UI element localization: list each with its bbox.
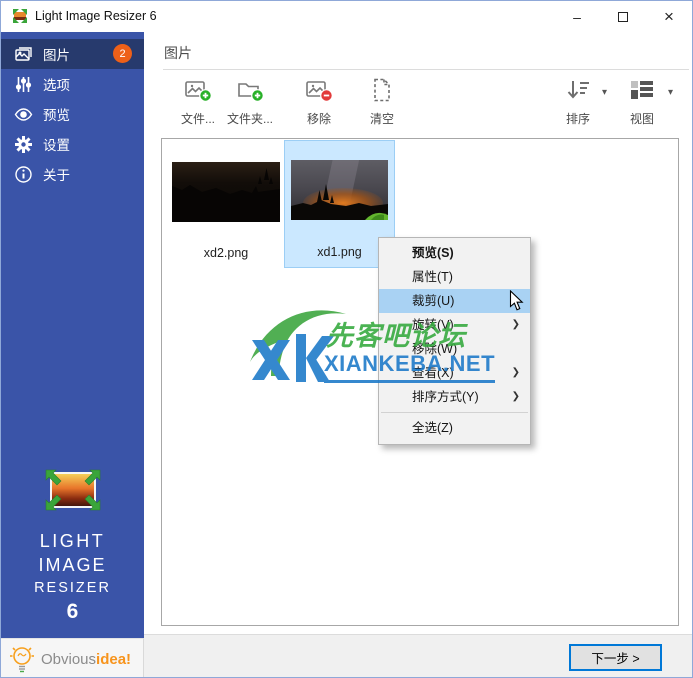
menu-item-label: 查看(X) bbox=[412, 366, 454, 380]
lightbulb-icon bbox=[9, 644, 35, 674]
maximize-button[interactable] bbox=[600, 1, 646, 32]
sort-icon bbox=[564, 76, 592, 104]
view-label: 视图 bbox=[610, 110, 674, 127]
maximize-icon bbox=[618, 12, 628, 22]
logo-text-light: LIGHT bbox=[1, 531, 144, 552]
resizer-logo-icon bbox=[42, 466, 104, 514]
sidebar-item-label: 选项 bbox=[43, 74, 70, 94]
clear-label: 清空 bbox=[350, 110, 414, 127]
menu-item-properties[interactable]: 属性(T) bbox=[379, 265, 530, 289]
mouse-cursor bbox=[509, 290, 525, 312]
submenu-arrow-icon: ❯ bbox=[512, 313, 520, 337]
thumbnail-xd2 bbox=[172, 162, 280, 222]
images-icon bbox=[14, 45, 33, 64]
submenu-arrow-icon: ❯ bbox=[512, 385, 520, 409]
view-dropdown-caret[interactable]: ▾ bbox=[668, 87, 673, 98]
menu-item-remove[interactable]: 移除(W) bbox=[379, 337, 530, 361]
menu-item-preview[interactable]: 预览(S) bbox=[379, 241, 530, 265]
remove-label: 移除 bbox=[287, 110, 351, 127]
minimize-icon: – bbox=[573, 9, 581, 25]
remove-image-icon bbox=[305, 76, 333, 104]
menu-item-sort-by[interactable]: 排序方式(Y) ❯ bbox=[379, 385, 530, 409]
view-button[interactable]: 视图 bbox=[610, 76, 674, 127]
sidebar-item-options[interactable]: 选项 bbox=[1, 69, 144, 99]
close-icon: × bbox=[664, 7, 674, 27]
sidebar-item-about[interactable]: 关于 bbox=[1, 159, 144, 189]
menu-item-label: 旋转(V) bbox=[412, 318, 454, 332]
sidebar-item-preview[interactable]: 预览 bbox=[1, 99, 144, 129]
gear-icon bbox=[14, 135, 33, 154]
menu-item-label: 排序方式(Y) bbox=[412, 390, 479, 404]
sort-dropdown-caret[interactable]: ▾ bbox=[602, 87, 607, 98]
sidebar-item-label: 图片 bbox=[43, 44, 70, 64]
remove-button[interactable]: 移除 bbox=[287, 76, 351, 127]
logo-text-version: 6 bbox=[1, 600, 144, 624]
info-icon bbox=[14, 165, 33, 184]
menu-separator bbox=[381, 412, 528, 413]
logo-text-image: IMAGE bbox=[1, 555, 144, 576]
sort-button[interactable]: 排序 bbox=[546, 76, 610, 127]
menu-item-select-all[interactable]: 全选(Z) bbox=[379, 416, 530, 440]
sliders-icon bbox=[14, 75, 33, 94]
add-folder-icon bbox=[236, 76, 264, 104]
header-divider bbox=[163, 69, 689, 70]
footer-bar: 下一步 > bbox=[144, 634, 693, 678]
app-icon bbox=[12, 8, 28, 24]
add-folder-label: 文件夹... bbox=[218, 110, 282, 127]
submenu-arrow-icon: ❯ bbox=[512, 361, 520, 385]
thumbnail-xd1 bbox=[291, 160, 388, 220]
sidebar-item-label: 设置 bbox=[43, 134, 70, 154]
sidebar-logo: LIGHT IMAGE RESIZER 6 bbox=[1, 466, 144, 624]
minimize-button[interactable]: – bbox=[554, 1, 600, 32]
sidebar-item-settings[interactable]: 设置 bbox=[1, 129, 144, 159]
close-button[interactable]: × bbox=[646, 1, 692, 32]
filename-label: xd2.png bbox=[172, 246, 280, 260]
app-window: Light Image Resizer 6 – × 图片 2 bbox=[0, 0, 693, 678]
title-bar: Light Image Resizer 6 – × bbox=[1, 1, 692, 32]
add-file-icon bbox=[184, 76, 212, 104]
sort-label: 排序 bbox=[546, 110, 610, 127]
brand-text-accent: idea! bbox=[96, 651, 131, 668]
window-controls: – × bbox=[554, 1, 692, 32]
obviousidea-brand[interactable]: Obviousidea! bbox=[1, 638, 144, 678]
logo-text-resizer: RESIZER bbox=[1, 580, 144, 596]
add-folder-button[interactable]: 文件夹... bbox=[218, 76, 282, 127]
sidebar: 图片 2 选项 预览 bbox=[1, 32, 144, 638]
next-step-button[interactable]: 下一步 > bbox=[569, 644, 662, 671]
clear-list-icon bbox=[368, 76, 396, 104]
menu-item-view[interactable]: 查看(X) ❯ bbox=[379, 361, 530, 385]
menu-item-rotate[interactable]: 旋转(V) ❯ bbox=[379, 313, 530, 337]
sidebar-item-label: 预览 bbox=[43, 104, 70, 124]
image-count-badge: 2 bbox=[113, 44, 132, 63]
sidebar-item-images[interactable]: 图片 2 bbox=[1, 39, 144, 69]
clear-button[interactable]: 清空 bbox=[350, 76, 414, 127]
window-title: Light Image Resizer 6 bbox=[35, 1, 157, 31]
brand-text: Obviousidea! bbox=[41, 651, 131, 668]
page-title: 图片 bbox=[164, 43, 192, 63]
view-icon bbox=[628, 76, 656, 104]
menu-item-crop[interactable]: 裁剪(U) bbox=[379, 289, 530, 313]
context-menu: 预览(S) 属性(T) 裁剪(U) 旋转(V) ❯ 移除(W) 查看(X) ❯ 排序… bbox=[378, 237, 531, 445]
eye-icon bbox=[14, 105, 33, 124]
sidebar-item-label: 关于 bbox=[43, 164, 70, 184]
